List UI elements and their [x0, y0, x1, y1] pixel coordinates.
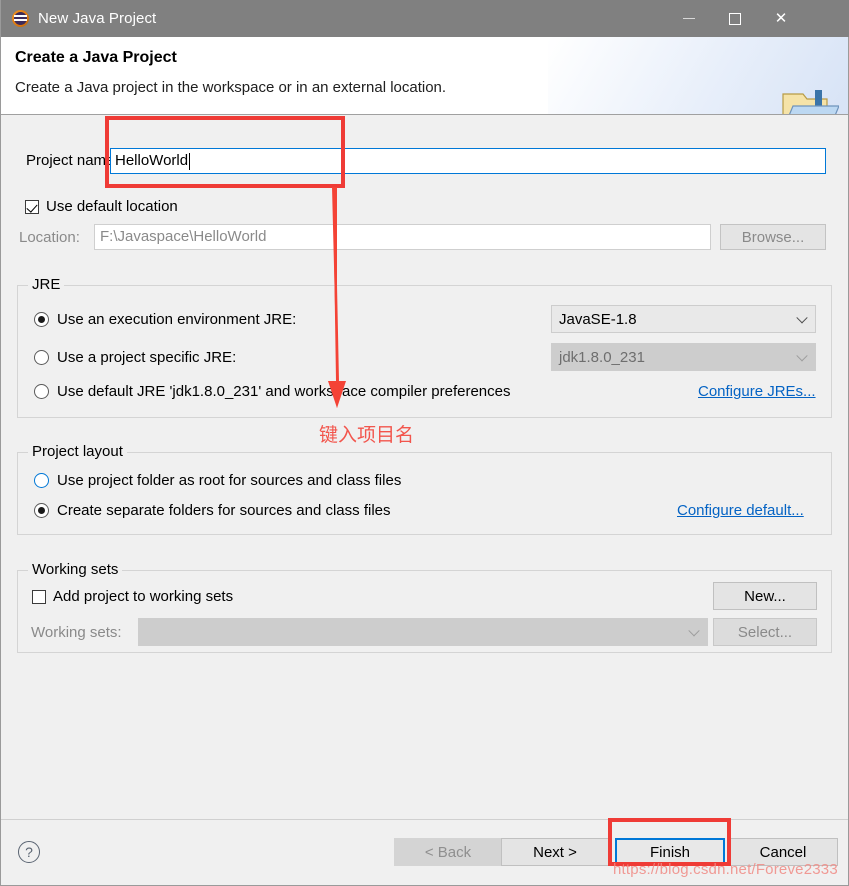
- jre-option-execution-environment[interactable]: Use an execution environment JRE:: [34, 311, 296, 328]
- minimize-icon: [683, 18, 695, 19]
- jre-option-default-jre[interactable]: Use default JRE 'jdk1.8.0_231' and works…: [34, 383, 510, 400]
- working-sets-group-title: Working sets: [28, 561, 123, 578]
- chevron-down-icon: [688, 625, 700, 637]
- execution-environment-select[interactable]: JavaSE-1.8: [551, 305, 816, 333]
- maximize-icon: [729, 12, 741, 25]
- use-default-location-checkbox[interactable]: [25, 199, 39, 214]
- layout-option-label: Use project folder as root for sources a…: [57, 472, 402, 489]
- add-to-working-sets-row[interactable]: Add project to working sets: [32, 588, 233, 605]
- new-working-set-button[interactable]: New...: [713, 582, 817, 610]
- jre-option-label: Use an execution environment JRE:: [57, 311, 297, 328]
- page-subtitle: Create a Java project in the workspace o…: [15, 79, 447, 96]
- project-name-input[interactable]: HelloWorld: [110, 148, 826, 174]
- layout-option-project-folder-root[interactable]: Use project folder as root for sources a…: [34, 472, 401, 489]
- project-specific-jre-value: jdk1.8.0_231: [559, 348, 645, 366]
- watermark-text: https://blog.csdn.net/Foreve2333: [613, 861, 838, 878]
- annotation-arrow-down-icon: [328, 187, 346, 408]
- radio-project-folder-root[interactable]: [34, 473, 49, 488]
- location-label: Location:: [19, 229, 80, 246]
- add-to-working-sets-checkbox[interactable]: [32, 589, 46, 604]
- project-name-value: HelloWorld: [115, 152, 189, 169]
- back-button[interactable]: < Back: [394, 838, 502, 866]
- radio-separate-folders[interactable]: [34, 503, 49, 518]
- page-title: Create a Java Project: [15, 49, 177, 66]
- layout-option-label: Create separate folders for sources and …: [57, 502, 391, 519]
- working-sets-label: Working sets:: [31, 624, 122, 641]
- window-title: New Java Project: [38, 10, 157, 27]
- dialog-header: Create a Java Project Create a Java proj…: [1, 37, 848, 115]
- radio-project-specific-jre[interactable]: [34, 350, 49, 365]
- close-button[interactable]: ✕: [758, 0, 804, 37]
- minimize-button[interactable]: [666, 0, 712, 37]
- radio-default-jre[interactable]: [34, 384, 49, 399]
- maximize-button[interactable]: [712, 0, 758, 37]
- configure-default-link[interactable]: Configure default...: [677, 502, 804, 519]
- jre-option-label: Use a project specific JRE:: [57, 349, 237, 366]
- jre-group-title: JRE: [28, 276, 65, 293]
- use-default-location-label: Use default location: [46, 198, 178, 215]
- close-icon: ✕: [774, 10, 788, 27]
- text-caret: [189, 152, 191, 170]
- location-input[interactable]: F:\Javaspace\HelloWorld: [94, 224, 711, 250]
- browse-button[interactable]: Browse...: [720, 224, 826, 250]
- new-java-project-dialog: New Java Project ✕ Create a Java Project…: [0, 0, 849, 886]
- location-value: F:\Javaspace\HelloWorld: [100, 228, 267, 245]
- chevron-down-icon: [796, 350, 808, 362]
- working-sets-select[interactable]: [138, 618, 708, 646]
- execution-environment-value: JavaSE-1.8: [559, 310, 637, 328]
- radio-execution-environment[interactable]: [34, 312, 49, 327]
- jre-option-label: Use default JRE 'jdk1.8.0_231' and works…: [57, 383, 511, 400]
- next-button[interactable]: Next >: [501, 838, 609, 866]
- help-icon[interactable]: ?: [18, 841, 40, 863]
- title-bar: New Java Project ✕: [1, 0, 849, 37]
- project-layout-group: Project layout: [17, 443, 832, 535]
- eclipse-icon: [12, 10, 29, 27]
- java-project-folder-icon: [782, 90, 839, 114]
- project-specific-jre-select[interactable]: jdk1.8.0_231: [551, 343, 816, 371]
- chevron-down-icon: [796, 312, 808, 324]
- jre-option-project-specific[interactable]: Use a project specific JRE:: [34, 349, 236, 366]
- project-layout-group-title: Project layout: [28, 443, 127, 460]
- annotation-chinese-note: 键入项目名: [319, 425, 415, 446]
- add-to-working-sets-label: Add project to working sets: [53, 588, 234, 605]
- project-name-label: Project name:: [26, 152, 119, 169]
- select-working-sets-button[interactable]: Select...: [713, 618, 817, 646]
- configure-jres-link[interactable]: Configure JREs...: [698, 383, 816, 400]
- use-default-location-row[interactable]: Use default location: [25, 198, 178, 215]
- layout-option-separate-folders[interactable]: Create separate folders for sources and …: [34, 502, 391, 519]
